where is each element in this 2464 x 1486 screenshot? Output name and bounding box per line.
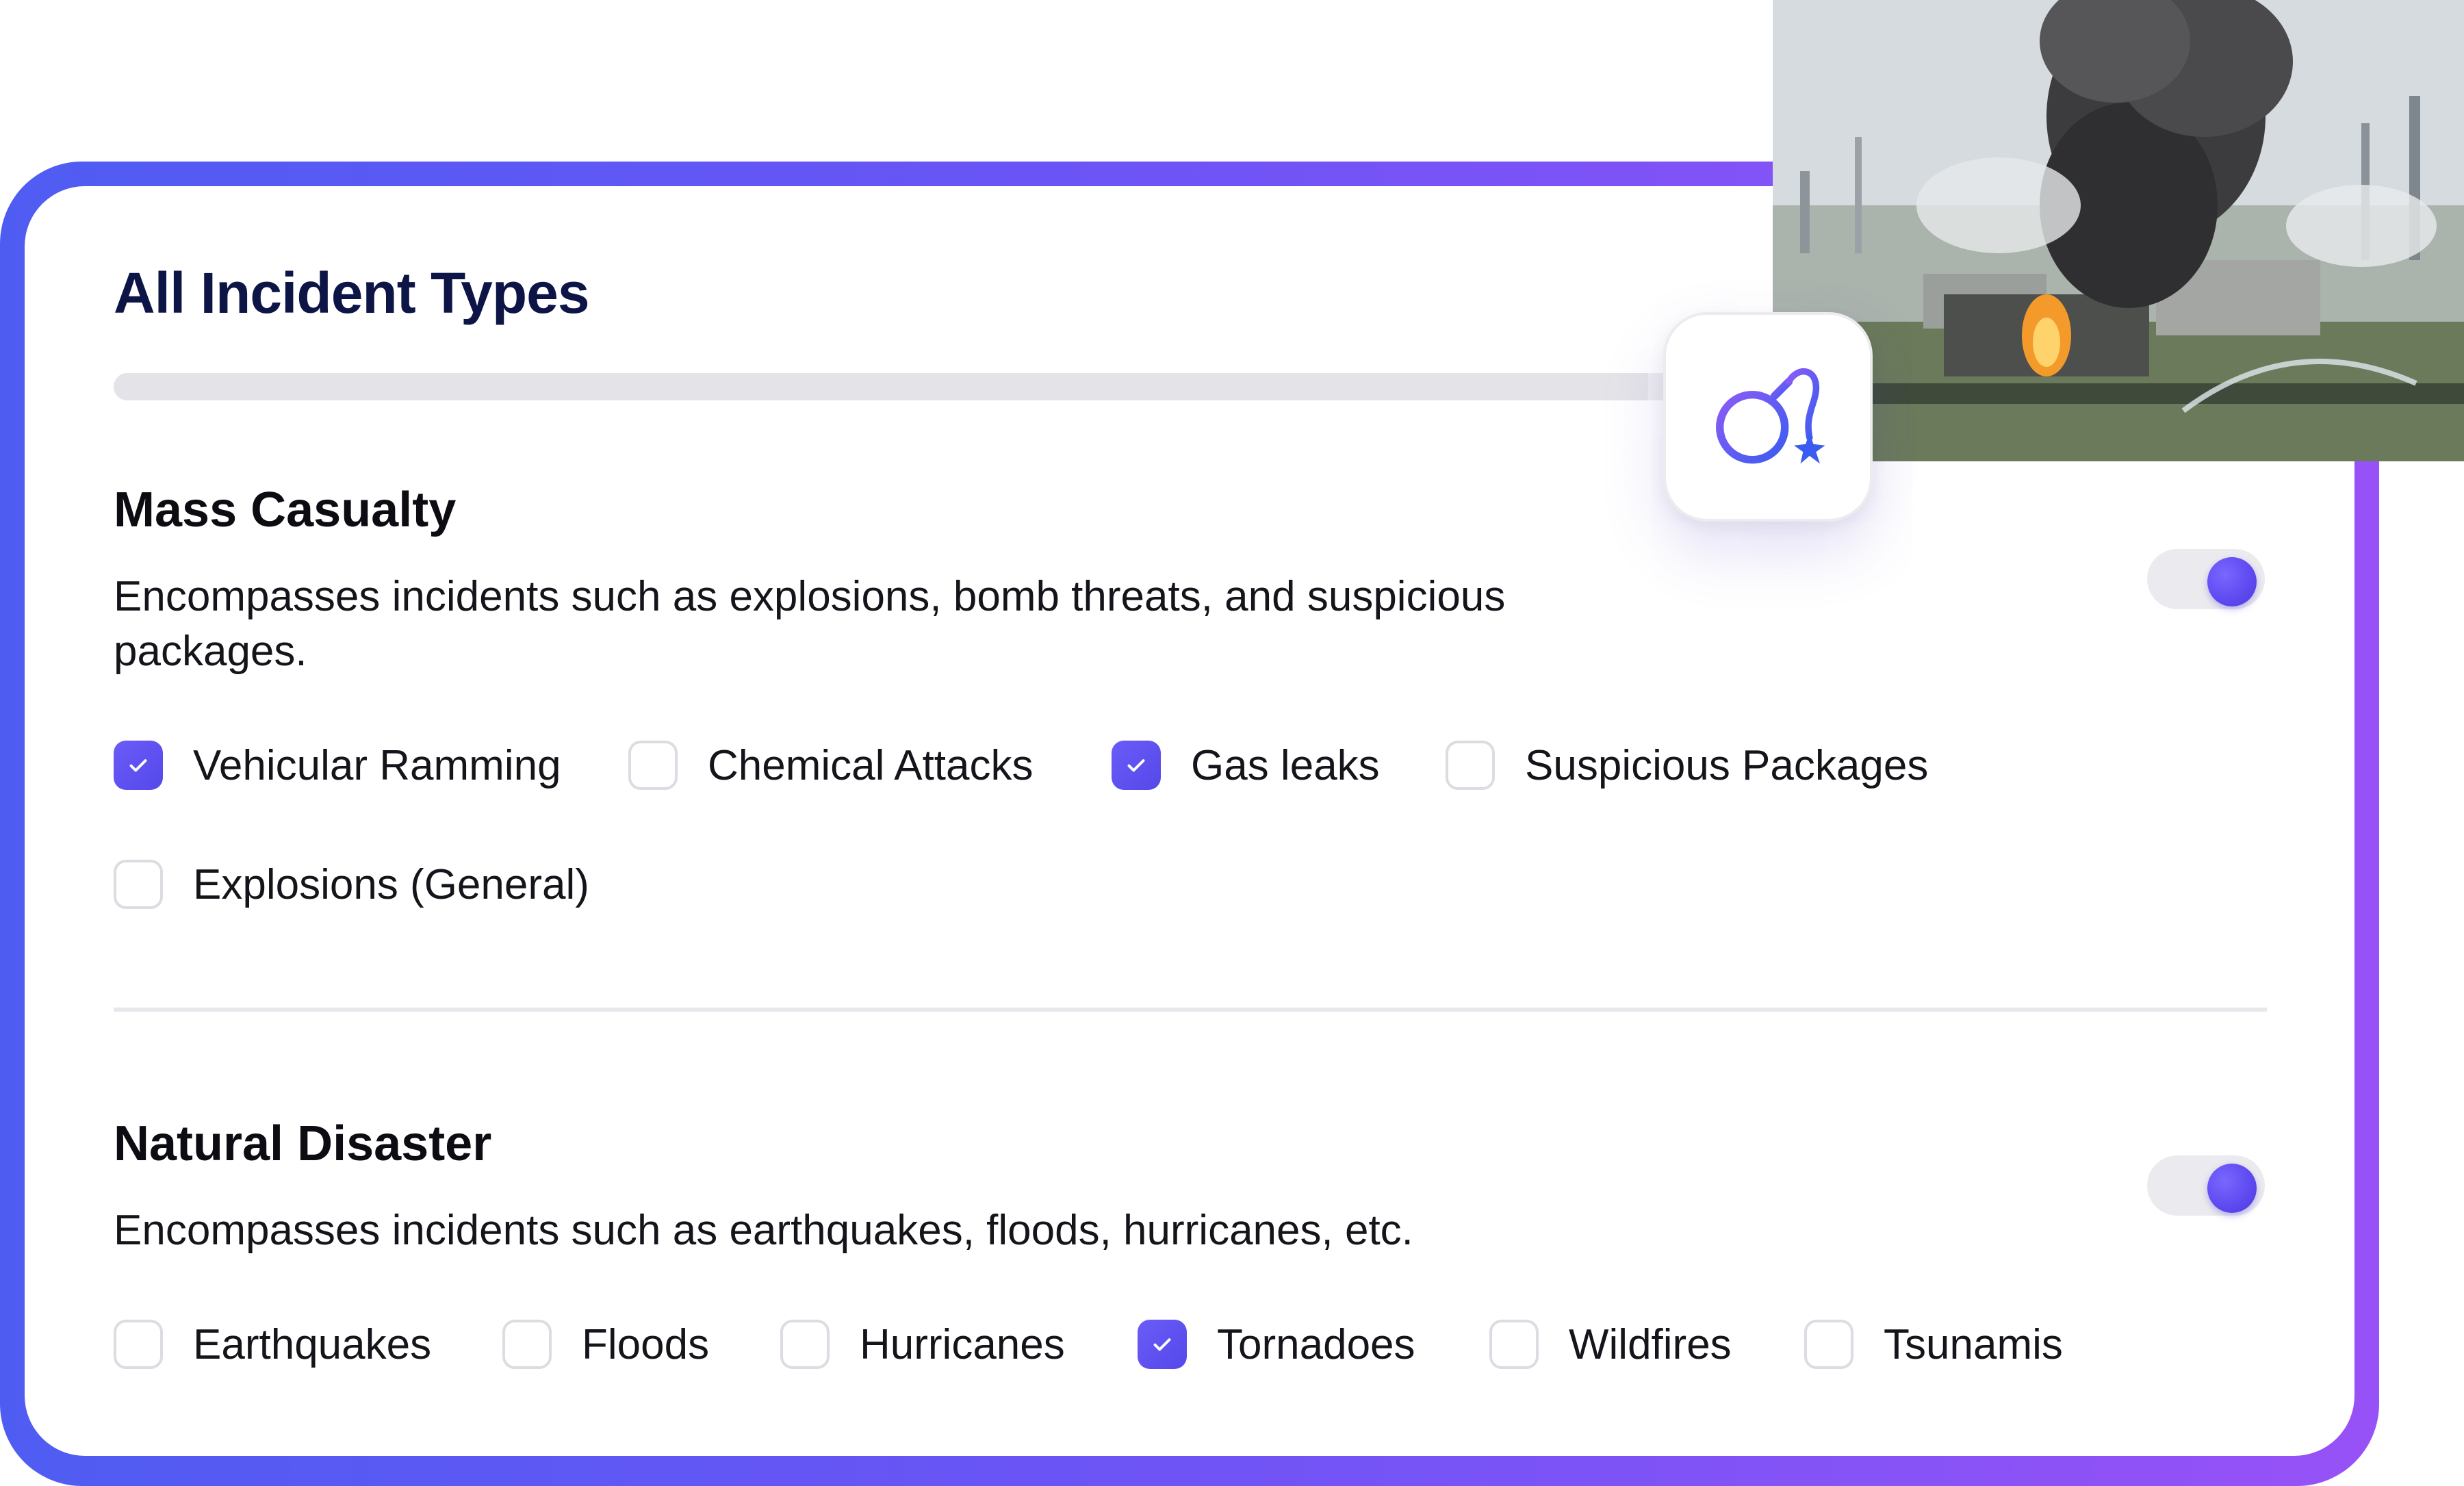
page-title: All Incident Types [114,261,590,325]
checkbox-label: Vehicular Ramming [193,741,561,789]
checkbox-label: Tsunamis [1884,1320,2063,1368]
section-divider [114,1008,2267,1012]
progress-bar [114,373,1729,400]
checkbox-gas-leaks[interactable]: Gas leaks [1112,738,1380,793]
checkbox-box[interactable] [1446,741,1495,790]
checkbox-explosions-general[interactable]: Explosions (General) [114,857,589,912]
checkbox-box[interactable] [114,1320,163,1369]
checkbox-chemical-attacks[interactable]: Chemical Attacks [628,738,1034,793]
checkbox-suspicious-packages[interactable]: Suspicious Packages [1446,738,1928,793]
checkbox-label: Tornadoes [1217,1320,1415,1368]
checkbox-box[interactable] [502,1320,552,1369]
toggle-natural-disaster[interactable] [2147,1155,2265,1216]
checkbox-box[interactable] [1489,1320,1539,1369]
checkbox-box[interactable] [114,741,163,790]
checkbox-wildfires[interactable]: Wildfires [1489,1317,1732,1372]
checkbox-tsunamis[interactable]: Tsunamis [1804,1317,2063,1372]
checkbox-box[interactable] [1138,1320,1187,1369]
toggle-knob [2207,557,2257,606]
section-title-mass-casualty: Mass Casualty [114,483,457,537]
check-icon [129,759,147,772]
section-description-natural-disaster: Encompasses incidents such as earthquake… [114,1207,1413,1254]
section-title-natural-disaster: Natural Disaster [114,1116,492,1171]
checkbox-box[interactable] [114,860,163,909]
checkbox-label: Suspicious Packages [1525,741,1929,789]
checkbox-earthquakes[interactable]: Earthquakes [114,1317,431,1372]
checkbox-label: Floods [582,1320,710,1368]
toggle-mass-casualty[interactable] [2147,549,2265,609]
checkbox-box[interactable] [1804,1320,1853,1369]
checkbox-hurricanes[interactable]: Hurricanes [780,1317,1065,1372]
checkbox-box[interactable] [780,1320,830,1369]
checkbox-tornadoes[interactable]: Tornadoes [1138,1317,1415,1372]
checkbox-label: Chemical Attacks [708,741,1034,789]
checkbox-box[interactable] [628,741,678,790]
progress-fill [114,373,1648,400]
bomb-icon [1716,368,1825,464]
checkbox-vehicular-ramming[interactable]: Vehicular Ramming [114,738,561,793]
industrial-fire-photo [1773,0,2464,461]
check-icon [1127,759,1145,772]
checkbox-box[interactable] [1112,741,1161,790]
section-description-mass-casualty: Encompasses incidents such as explosions… [114,573,1506,675]
toggle-knob [2207,1164,2257,1213]
check-icon [1153,1338,1171,1351]
checkbox-floods[interactable]: Floods [502,1317,709,1372]
checkbox-label: Wildfires [1569,1320,1732,1368]
bomb-app-icon [1663,312,1873,522]
checkbox-label: Explosions (General) [193,860,589,908]
checkbox-label: Earthquakes [193,1320,432,1368]
checkbox-label: Gas leaks [1191,741,1380,789]
checkbox-label: Hurricanes [860,1320,1065,1368]
